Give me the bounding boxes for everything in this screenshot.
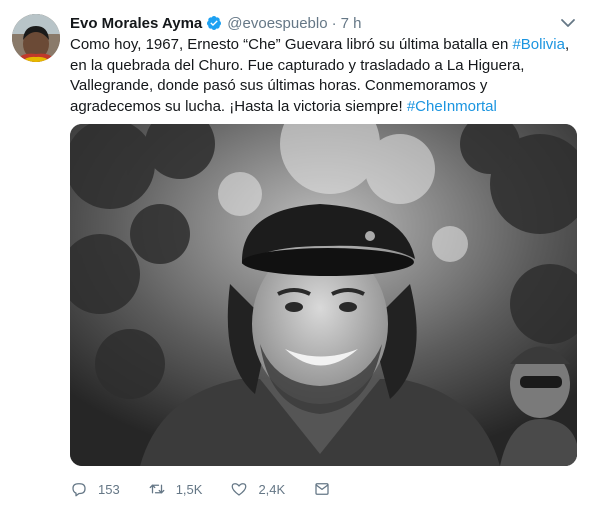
author-name[interactable]: Evo Morales Ayma [70, 15, 202, 32]
tweet-actions: 153 1,5K 2,4K [70, 478, 369, 500]
like-count: 2,4K [258, 481, 286, 497]
retweet-button[interactable]: 1,5K [148, 480, 203, 498]
tweet-text-part: Como hoy, 1967, Ernesto “Che” Guevara li… [70, 36, 513, 53]
like-button[interactable]: 2,4K [230, 480, 285, 498]
reply-icon [72, 483, 86, 497]
verified-badge-icon [206, 15, 222, 31]
photo-image [70, 124, 577, 466]
tweet[interactable]: Evo Morales Ayma @evoespueblo · 7 h Como… [0, 0, 593, 508]
tweet-photo[interactable] [70, 124, 577, 466]
reply-button[interactable]: 153 [70, 480, 120, 498]
direct-message-button[interactable] [313, 480, 341, 498]
reply-count: 153 [98, 481, 120, 497]
author-handle[interactable]: @evoespueblo [227, 15, 327, 32]
retweet-count: 1,5K [175, 481, 203, 497]
avatar[interactable] [12, 14, 60, 62]
tweet-header: Evo Morales Ayma @evoespueblo · 7 h [70, 12, 553, 34]
direct-message-icon [315, 483, 329, 495]
heart-icon [232, 483, 247, 496]
chevron-down-icon[interactable] [559, 14, 577, 32]
hashtag-link[interactable]: #CheInmortal [407, 98, 497, 115]
hashtag-link[interactable]: #Bolivia [512, 36, 565, 53]
avatar-image [12, 14, 60, 62]
timestamp[interactable]: 7 h [341, 15, 362, 32]
tweet-text: Como hoy, 1967, Ernesto “Che” Guevara li… [70, 35, 580, 117]
separator: · [331, 14, 337, 32]
retweet-icon [149, 484, 165, 494]
